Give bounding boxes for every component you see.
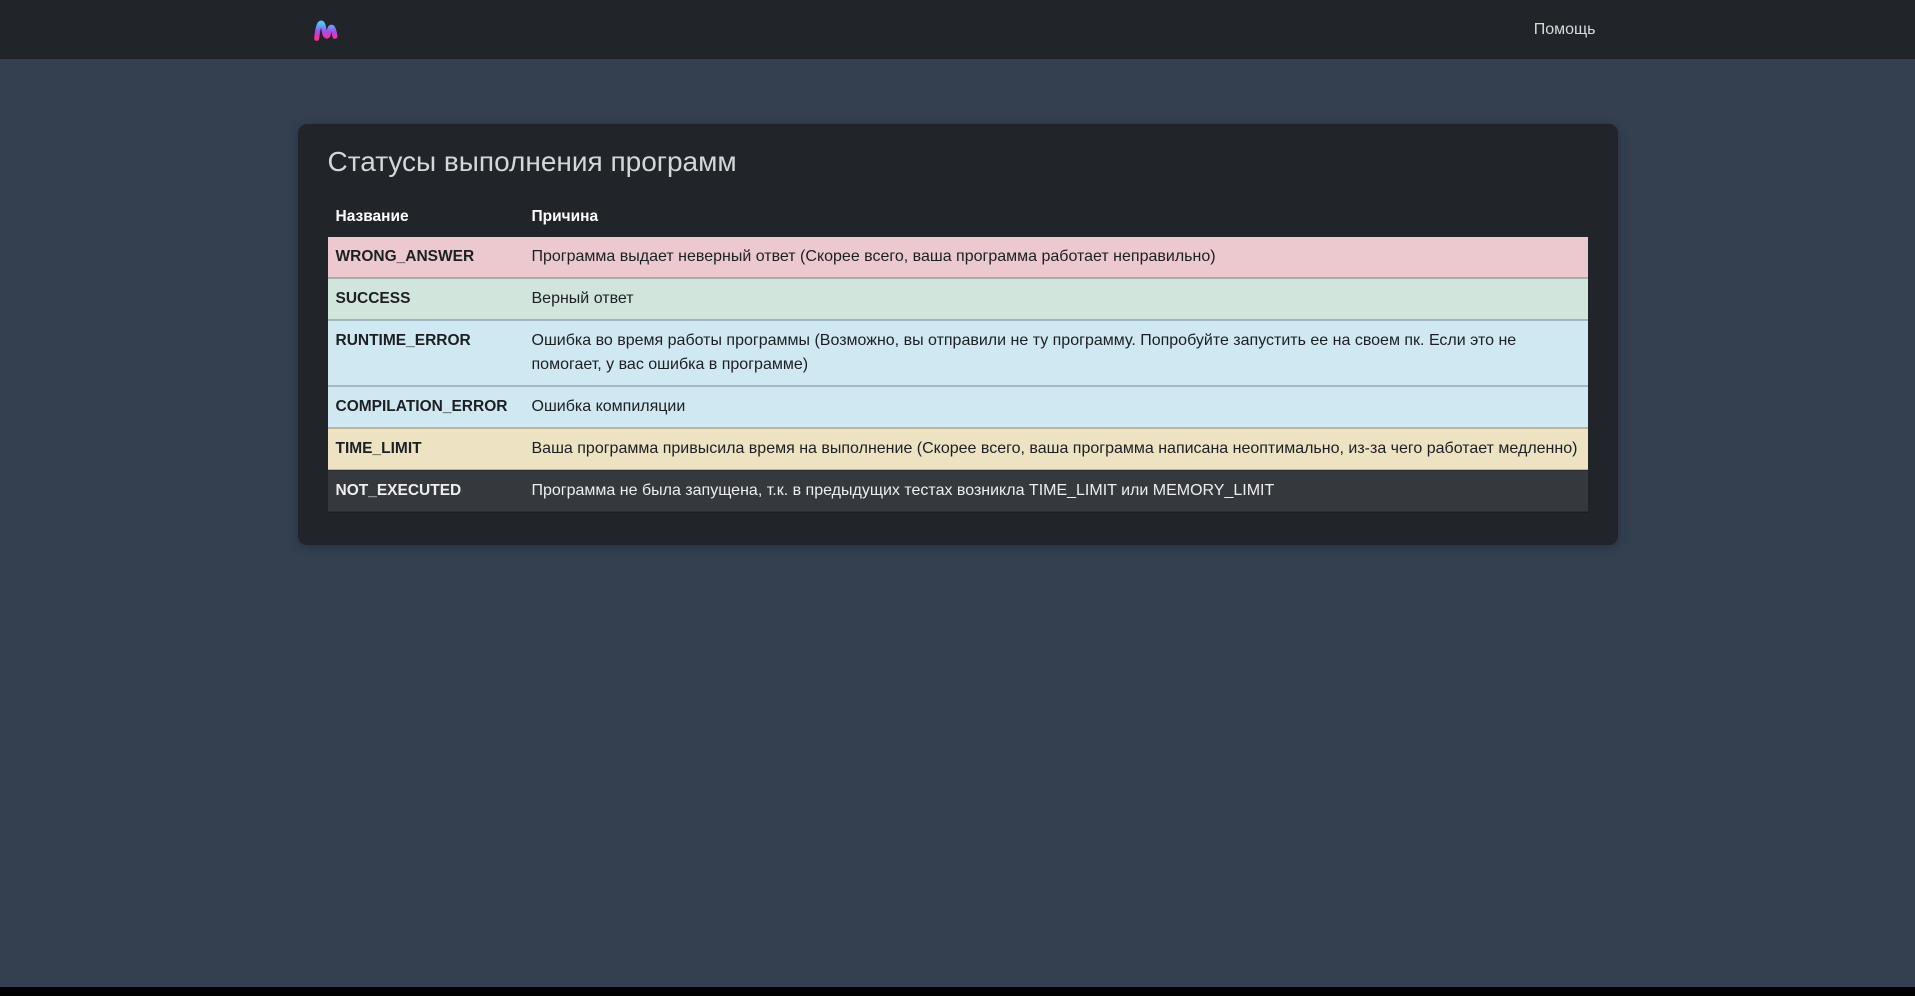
status-table-body: WRONG_ANSWERПрограмма выдает неверный от… bbox=[328, 237, 1588, 512]
status-reason-cell: Программа выдает неверный ответ (Скорее … bbox=[524, 237, 1588, 278]
status-reason-cell: Ошибка во время работы программы (Возмож… bbox=[524, 320, 1588, 386]
status-table: Название Причина WRONG_ANSWERПрограмма в… bbox=[328, 197, 1588, 513]
status-name-cell: TIME_LIMIT bbox=[328, 428, 524, 470]
table-row: RUNTIME_ERRORОшибка во время работы прог… bbox=[328, 320, 1588, 386]
status-reason-cell: Программа не была запущена, т.к. в преды… bbox=[524, 470, 1588, 512]
status-reason-cell: Ваша программа привысила время на выполн… bbox=[524, 428, 1588, 470]
header-name: Название bbox=[328, 197, 524, 237]
status-name-cell: WRONG_ANSWER bbox=[328, 237, 524, 278]
table-header-row: Название Причина bbox=[328, 197, 1588, 237]
page-title: Статусы выполнения программ bbox=[328, 145, 1588, 179]
table-row: TIME_LIMITВаша программа привысила время… bbox=[328, 428, 1588, 470]
navbar: Помощь bbox=[0, 0, 1915, 59]
table-row: WRONG_ANSWERПрограмма выдает неверный от… bbox=[328, 237, 1588, 278]
wave-logo-icon bbox=[312, 15, 340, 45]
status-name-cell: NOT_EXECUTED bbox=[328, 470, 524, 512]
status-name-cell: COMPILATION_ERROR bbox=[328, 386, 524, 428]
status-reason-cell: Ошибка компиляции bbox=[524, 386, 1588, 428]
table-row: NOT_EXECUTEDПрограмма не была запущена, … bbox=[328, 470, 1588, 512]
status-name-cell: RUNTIME_ERROR bbox=[328, 320, 524, 386]
main-content: Статусы выполнения программ Название При… bbox=[298, 124, 1618, 545]
brand-link[interactable] bbox=[312, 15, 340, 45]
table-row: COMPILATION_ERRORОшибка компиляции bbox=[328, 386, 1588, 428]
help-link[interactable]: Помощь bbox=[1534, 21, 1604, 39]
bottom-strip bbox=[0, 987, 1915, 996]
status-card: Статусы выполнения программ Название При… bbox=[298, 124, 1618, 545]
header-reason: Причина bbox=[524, 197, 1588, 237]
status-name-cell: SUCCESS bbox=[328, 278, 524, 320]
status-reason-cell: Верный ответ bbox=[524, 278, 1588, 320]
table-row: SUCCESSВерный ответ bbox=[328, 278, 1588, 320]
